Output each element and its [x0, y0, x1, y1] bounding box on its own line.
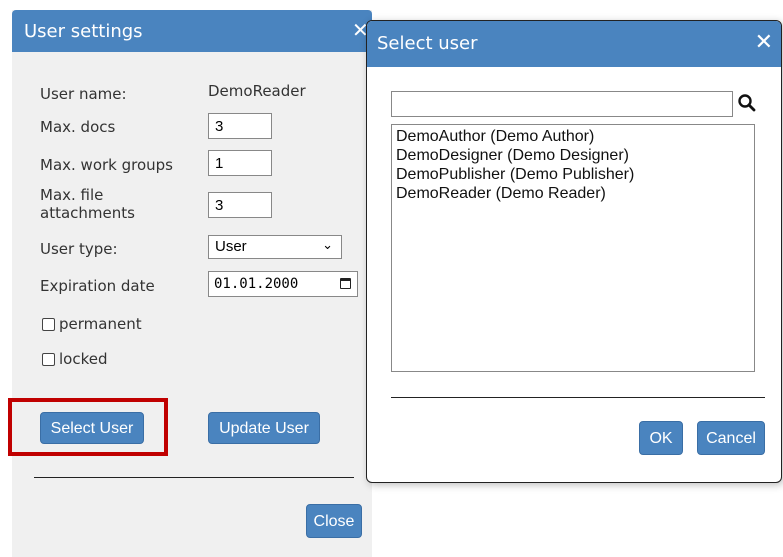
user-type-value: User — [215, 238, 247, 255]
select-user-titlebar: Select user ✕ — [367, 21, 781, 67]
expiration-date-input[interactable]: 01.01.2000 — [208, 271, 358, 297]
divider — [391, 397, 765, 398]
highlight-box — [8, 398, 168, 456]
max-docs-input[interactable] — [208, 113, 272, 139]
calendar-icon[interactable] — [340, 278, 351, 289]
user-settings-titlebar: User settings ✕ — [12, 10, 372, 52]
user-list[interactable]: DemoAuthor (Demo Author) DemoDesigner (D… — [391, 124, 755, 372]
list-item[interactable]: DemoPublisher (Demo Publisher) — [396, 165, 750, 184]
max-file-attachments-label-line1: Max. file — [40, 186, 104, 204]
close-button[interactable]: Close — [306, 504, 362, 538]
user-name-value: DemoReader — [208, 82, 306, 100]
checkbox-box[interactable] — [42, 317, 55, 331]
max-docs-label: Max. docs — [40, 118, 116, 136]
permanent-label: permanent — [59, 315, 142, 333]
cancel-button[interactable]: Cancel — [697, 421, 765, 455]
search-icon[interactable] — [737, 93, 757, 113]
list-item[interactable]: DemoReader (Demo Reader) — [396, 184, 750, 203]
expiration-date-label: Expiration date — [40, 277, 155, 295]
max-file-attachments-input[interactable] — [208, 192, 272, 218]
user-name-label: User name: — [40, 85, 127, 103]
update-user-button[interactable]: Update User — [208, 412, 320, 444]
user-settings-dialog: User settings ✕ User name: DemoReader Ma… — [12, 10, 372, 557]
max-work-groups-label: Max. work groups — [40, 156, 173, 174]
permanent-checkbox[interactable]: permanent — [42, 315, 142, 333]
list-item[interactable]: DemoAuthor (Demo Author) — [396, 127, 750, 146]
dialog-title: Select user — [377, 33, 478, 54]
list-item[interactable]: DemoDesigner (Demo Designer) — [396, 146, 750, 165]
max-file-attachments-label-line2: attachments — [40, 204, 135, 222]
divider — [34, 477, 354, 478]
locked-checkbox[interactable]: locked — [42, 350, 108, 368]
ok-button[interactable]: OK — [639, 421, 683, 455]
user-type-label: User type: — [40, 240, 118, 258]
checkbox-box[interactable] — [42, 352, 55, 366]
dialog-title: User settings — [24, 21, 143, 42]
chevron-down-icon: ⌄ — [322, 237, 333, 252]
expiration-date-value: 01.01.2000 — [214, 276, 299, 292]
locked-label: locked — [59, 350, 108, 368]
close-icon[interactable]: ✕ — [755, 30, 773, 55]
user-type-select[interactable]: User ⌄ — [208, 235, 342, 259]
max-work-groups-input[interactable] — [208, 150, 272, 176]
select-user-dialog: Select user ✕ DemoAuthor (Demo Author) D… — [366, 20, 782, 483]
search-input[interactable] — [391, 91, 733, 117]
